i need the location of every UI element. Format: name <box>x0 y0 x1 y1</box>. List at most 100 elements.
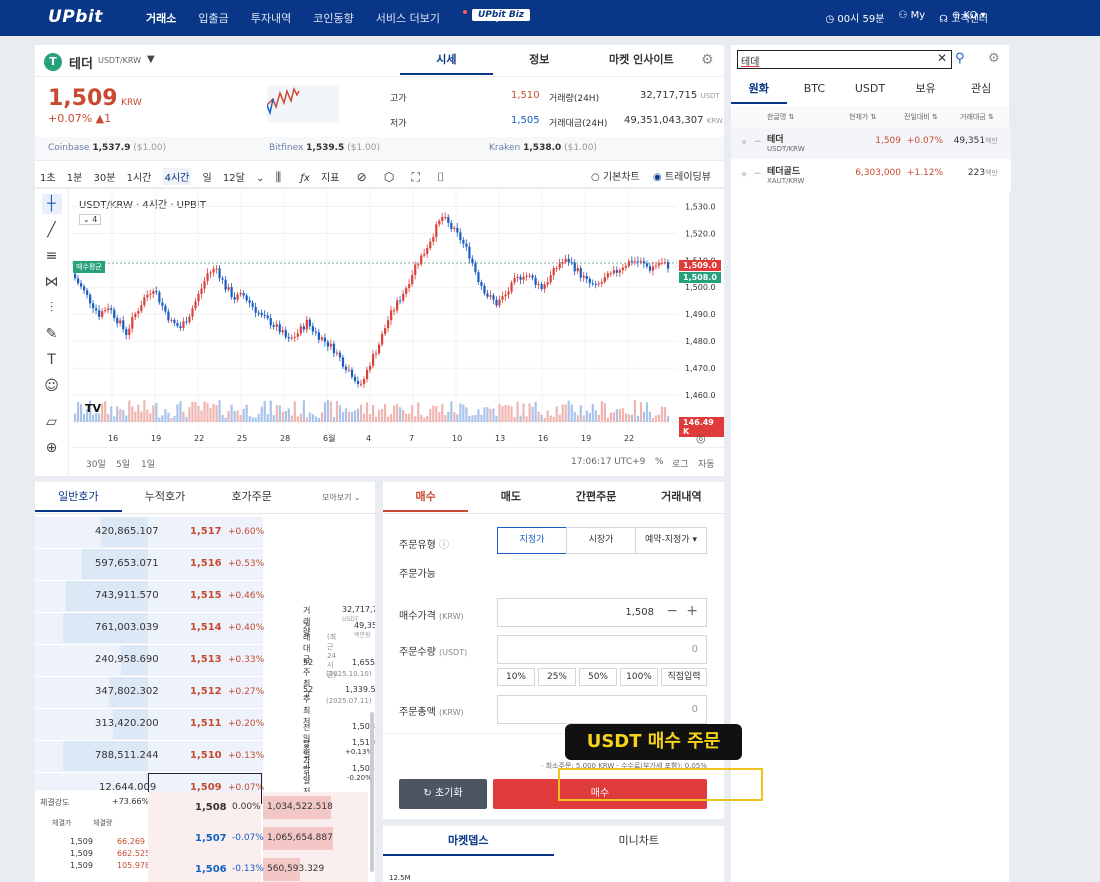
tab-holdings[interactable]: 보유 <box>898 74 954 104</box>
ask-row[interactable]: 313,420.200 1,511 +0.20% <box>35 709 264 740</box>
ask-row[interactable]: 788,511.244 1,510 +0.13% <box>35 741 264 772</box>
text-icon[interactable]: T <box>42 350 62 370</box>
bid-row[interactable]: 1,507 -0.07% 1,065,654.887 <box>148 823 368 854</box>
interval-dropdown-icon[interactable]: ⌄ <box>256 173 264 184</box>
projection-icon[interactable]: ⫶ <box>42 298 62 318</box>
interval-4h[interactable]: 4시간 <box>162 168 192 185</box>
settings-hex-icon[interactable]: ⬡ <box>384 170 394 184</box>
fx-icon[interactable]: ƒx <box>300 173 309 184</box>
pct-100-button[interactable]: 100% <box>620 668 658 686</box>
fib-icon[interactable]: ≡ <box>42 246 62 266</box>
ask-price[interactable]: 1,514 <box>190 622 222 633</box>
reset-button[interactable]: ↻ 초기화 <box>399 779 487 809</box>
ask-row[interactable]: 761,003.039 1,514 +0.40% <box>35 613 264 644</box>
tab-usdt[interactable]: USDT <box>842 74 898 104</box>
ask-row[interactable]: 420,865.107 1,517 +0.60% <box>35 517 264 548</box>
ask-row[interactable]: 743,911.570 1,515 +0.46% <box>35 581 264 612</box>
nav-trends[interactable]: 코인동향 <box>313 10 353 26</box>
pct-10-button[interactable]: 10% <box>497 668 535 686</box>
session-timer[interactable]: ◷ 00시 59분 <box>825 10 884 25</box>
star-icon[interactable]: ★ <box>740 170 748 180</box>
market-row[interactable]: ★ − 테더 USDT/KRW 1,509 +0.07% 49,351백만 <box>731 127 1011 159</box>
col-amount[interactable]: 거래대금 ⇅ <box>960 112 994 122</box>
market-row[interactable]: ★ − 테더골드 XAUT/KRW 6,303,000 +1.12% 223백만 <box>731 159 1011 191</box>
interval-day[interactable]: 일 <box>203 169 212 184</box>
pattern-icon[interactable]: ⋈ <box>42 272 62 292</box>
direct-input-button[interactable]: 직접입력 <box>661 668 707 686</box>
coin-dropdown-icon[interactable]: ▼ <box>147 54 155 65</box>
ask-row[interactable]: 347,802.302 1,512 +0.27% <box>35 677 264 708</box>
orderbook-scrollbar[interactable] <box>370 712 374 872</box>
buy-price-input[interactable]: 1,508 − + <box>497 598 707 627</box>
order-qty-input[interactable]: 0 <box>497 635 707 664</box>
candle-type-icon[interactable]: ⫼ <box>276 170 282 185</box>
fullscreen-icon[interactable]: ⛶ <box>412 170 420 185</box>
minus-icon[interactable]: − <box>666 603 678 619</box>
ask-price[interactable]: 1,515 <box>190 590 222 601</box>
tab-simple-order[interactable]: 간편주문 <box>554 482 639 512</box>
range-30d[interactable]: 30일 <box>86 457 106 470</box>
market-search-input[interactable]: 테데 ✕ <box>737 50 952 69</box>
col-price[interactable]: 현재가 ⇅ <box>849 112 876 122</box>
camera-icon[interactable]: ⌷ <box>437 170 444 185</box>
tab-mini-chart[interactable]: 미니차트 <box>554 826 725 856</box>
ask-price[interactable]: 1,510 <box>190 750 222 761</box>
tab-info[interactable]: 정보 <box>493 45 586 75</box>
order-total-input[interactable]: 0 <box>497 695 707 724</box>
tab-market-depth[interactable]: 마켓뎁스 <box>383 826 554 856</box>
tab-btc[interactable]: BTC <box>787 74 843 104</box>
nav-deposit[interactable]: 입출금 <box>198 10 228 26</box>
brush-icon[interactable]: ✎ <box>42 324 62 344</box>
col-name[interactable]: 한글명 ⇅ <box>767 112 794 122</box>
nav-exchange[interactable]: 거래소 <box>146 10 176 26</box>
plus-icon[interactable]: + <box>686 603 698 619</box>
emoji-icon[interactable]: ☺ <box>42 376 62 396</box>
interval-1m[interactable]: 1분 <box>67 169 83 184</box>
reserve-order-select[interactable]: 예약-지정가 ▾ <box>635 527 707 554</box>
bid-price[interactable]: 1,506 <box>195 864 227 875</box>
range-1d[interactable]: 1일 <box>141 457 155 470</box>
upbit-logo[interactable]: UPbit <box>48 7 103 27</box>
market-order-button[interactable]: 시장가 <box>566 527 636 554</box>
ask-price[interactable]: 1,517 <box>190 526 222 537</box>
ask-price[interactable]: 1,516 <box>190 558 222 569</box>
bid-price[interactable]: 1,508 <box>195 802 227 813</box>
tab-quote[interactable]: 시세 <box>400 45 493 75</box>
tab-sell[interactable]: 매도 <box>468 482 553 512</box>
tab-market-insight[interactable]: 마켓 인사이트 <box>586 45 697 75</box>
group-view-select[interactable]: 모아보기 ⌄ <box>322 492 361 503</box>
ask-price[interactable]: 1,511 <box>190 718 222 729</box>
nav-investments[interactable]: 투자내역 <box>251 10 291 26</box>
compare-icon[interactable]: ⊘ <box>357 170 367 184</box>
limit-order-button[interactable]: 지정가 <box>497 527 567 554</box>
crosshair-icon[interactable]: ┼ <box>41 194 62 214</box>
ask-row[interactable]: 240,958.690 1,513 +0.33% <box>35 645 264 676</box>
bid-price[interactable]: 1,507 <box>195 833 227 844</box>
my-button[interactable]: ⚇ My <box>898 10 925 25</box>
settings-gear-icon[interactable]: ⚙ <box>701 52 714 68</box>
clear-icon[interactable]: ✕ <box>937 51 947 65</box>
search-icon[interactable]: ⚲ <box>955 51 965 66</box>
pct-25-button[interactable]: 25% <box>538 668 576 686</box>
ruler-icon[interactable]: ▱ <box>42 412 62 432</box>
basic-chart-radio[interactable]: ○ 기본차트 <box>591 168 640 183</box>
indicator-button[interactable]: 지표 <box>321 169 339 184</box>
bid-row[interactable]: 1,506 -0.13% 560,593.329 <box>148 854 368 882</box>
zoom-icon[interactable]: ⊕ <box>42 438 62 458</box>
percent-toggle[interactable]: % <box>655 457 664 467</box>
interval-30m[interactable]: 30분 <box>94 169 116 184</box>
language-select[interactable]: ⊕ KO ▾ <box>952 10 986 21</box>
tab-krw[interactable]: 원화 <box>731 74 787 104</box>
ask-price[interactable]: 1,513 <box>190 654 222 665</box>
price-chart-svg[interactable]: 1,530.01,520.01,510.01,500.01,490.01,480… <box>72 189 724 476</box>
interval-1h[interactable]: 1시간 <box>127 169 152 184</box>
tab-favorites[interactable]: 관심 <box>953 74 1009 104</box>
help-icon[interactable]: ⓘ <box>439 540 449 551</box>
bid-row[interactable]: 1,508 0.00% 1,034,522.518 <box>148 792 368 823</box>
star-icon[interactable]: ★ <box>740 138 748 148</box>
ask-price[interactable]: 1,512 <box>190 686 222 697</box>
goto-realtime-icon[interactable]: ◎ <box>696 432 706 445</box>
tab-trade-history[interactable]: 거래내역 <box>639 482 724 512</box>
tab-buy[interactable]: 매수 <box>383 482 469 512</box>
interval-1s[interactable]: 1초 <box>40 169 56 184</box>
